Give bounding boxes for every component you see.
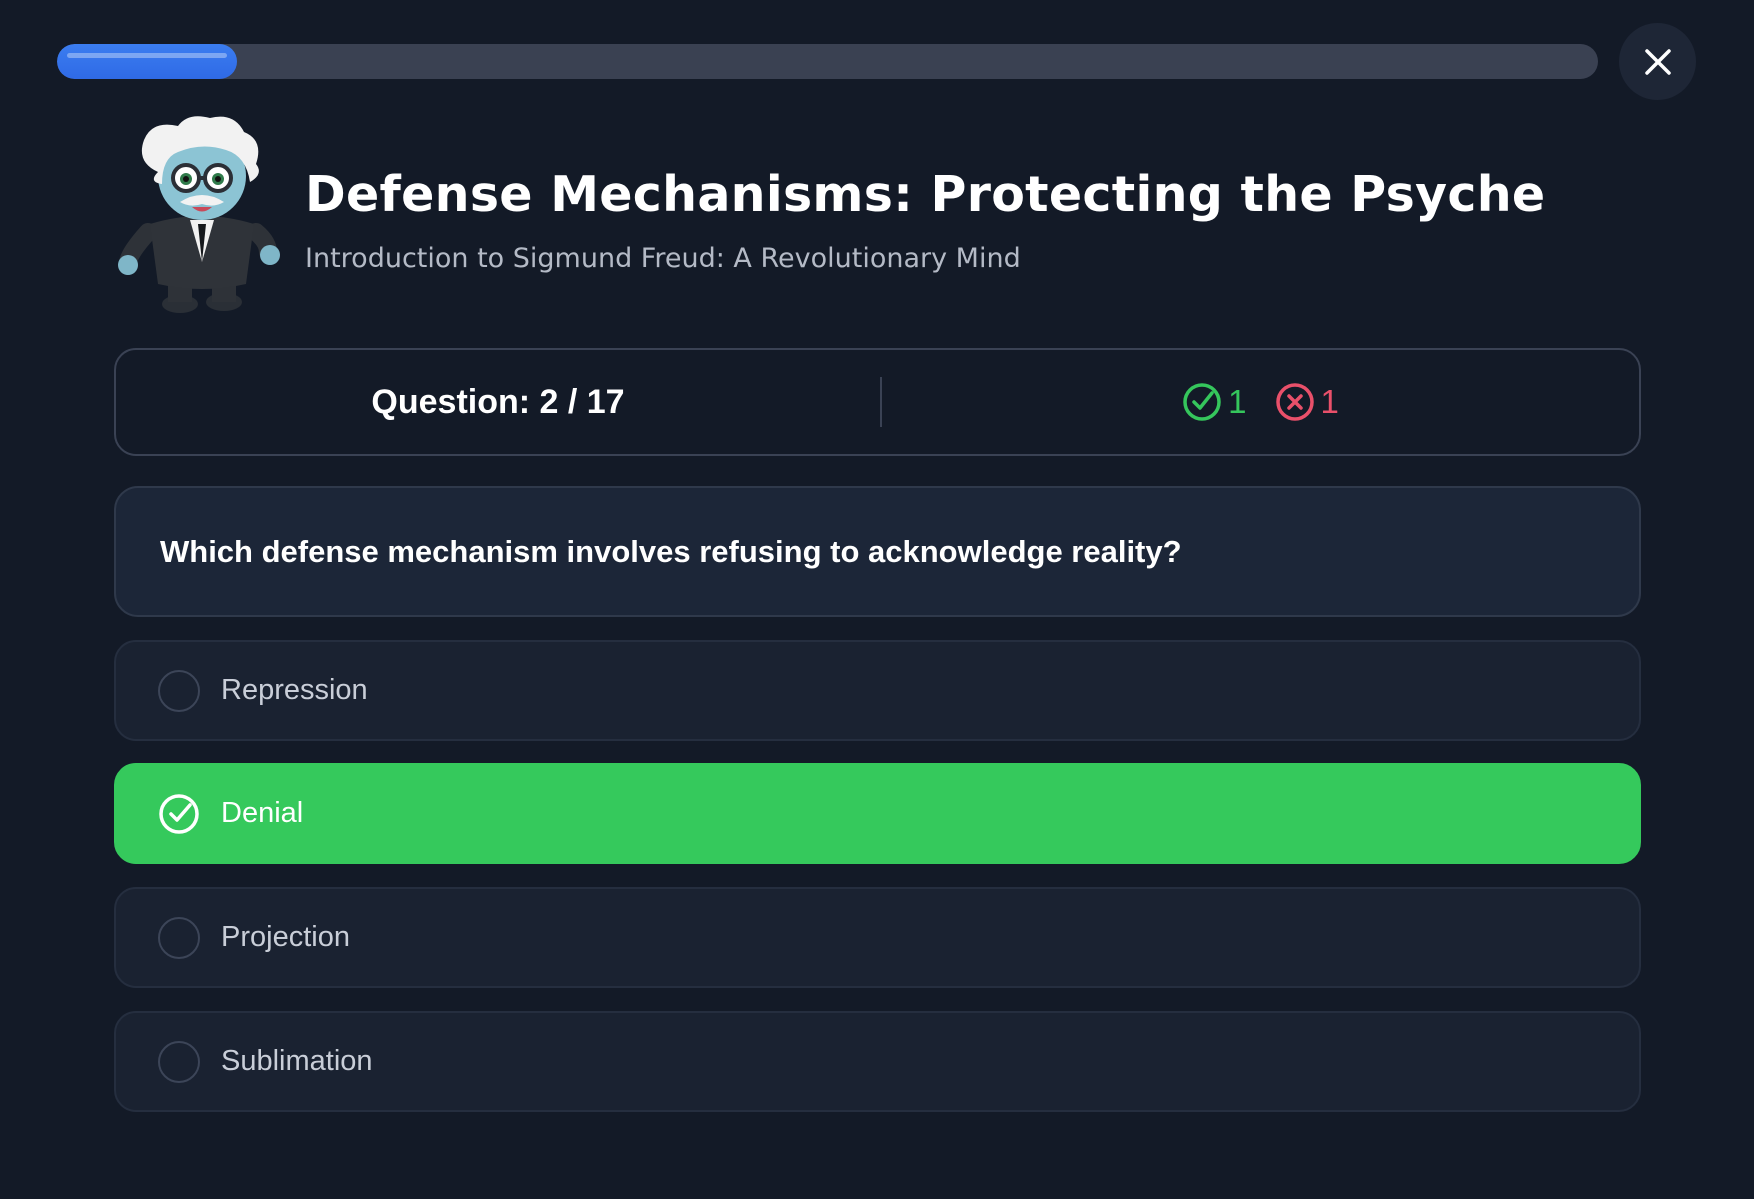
close-button[interactable]	[1619, 23, 1696, 100]
x-circle-icon	[1275, 383, 1314, 421]
option-label: Denial	[221, 797, 304, 829]
progress-fill	[57, 44, 238, 79]
quiz-page: Defense Mechanisms: Protecting the Psych…	[0, 0, 1754, 1199]
option-repression[interactable]: Repression	[114, 640, 1641, 741]
radio-icon	[158, 669, 200, 712]
lesson-title: Defense Mechanisms: Protecting the Psych…	[305, 166, 1546, 223]
radio-icon	[158, 1040, 200, 1083]
close-icon	[1644, 48, 1671, 75]
radio-icon	[158, 916, 200, 959]
option-label: Repression	[221, 674, 368, 706]
option-denial[interactable]: Denial	[114, 763, 1641, 864]
correct-score: 1	[1182, 382, 1247, 422]
check-circle-icon	[159, 793, 199, 834]
einstein-mascot-icon	[118, 116, 280, 313]
score-summary: 1 1	[882, 382, 1639, 422]
question-card: Which defense mechanism involves refusin…	[114, 486, 1641, 617]
wrong-count: 1	[1320, 383, 1339, 420]
option-label: Projection	[221, 921, 350, 953]
check-circle-icon	[1183, 383, 1221, 421]
stats-bar: Question: 2 / 17 1 1	[114, 348, 1641, 456]
progress-bar	[57, 44, 1598, 79]
course-subtitle: Introduction to Sigmund Freud: A Revolut…	[305, 243, 1021, 274]
question-counter: Question: 2 / 17	[371, 382, 625, 421]
option-sublimation[interactable]: Sublimation	[114, 1011, 1641, 1112]
question-text: Which defense mechanism involves refusin…	[160, 533, 1182, 569]
option-label: Sublimation	[221, 1045, 373, 1077]
wrong-score: 1	[1275, 382, 1339, 422]
option-projection[interactable]: Projection	[114, 887, 1641, 988]
correct-count: 1	[1228, 383, 1247, 420]
